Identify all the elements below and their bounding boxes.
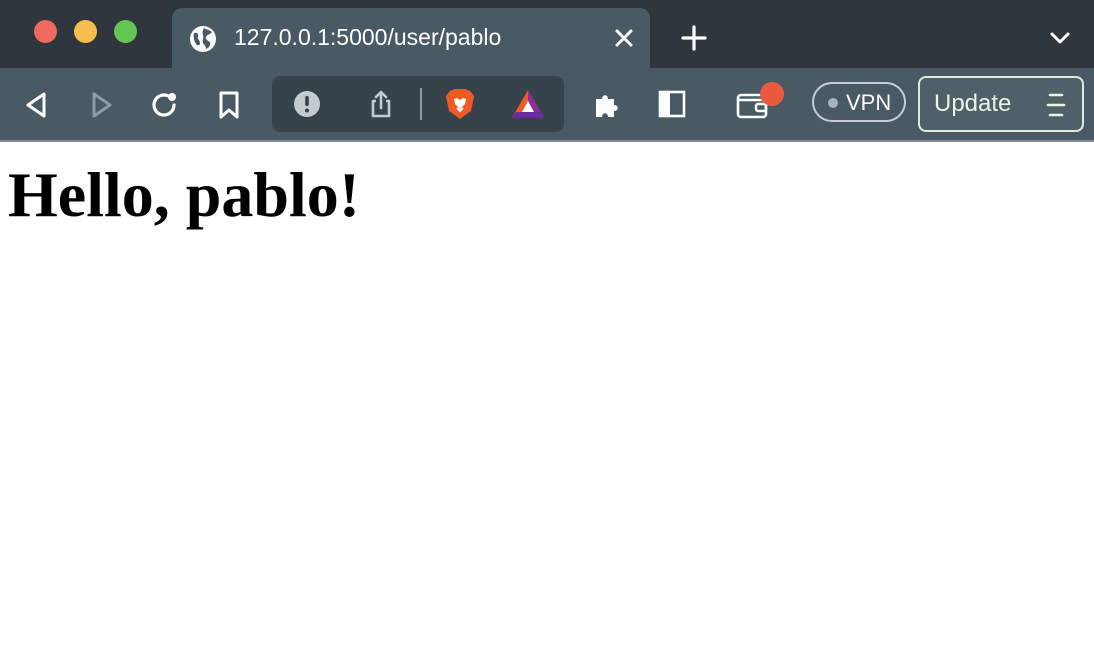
maximize-window-button[interactable] — [114, 20, 137, 43]
page-heading: Hello, pablo! — [8, 159, 361, 230]
address-bar-divider — [420, 88, 422, 120]
extensions-icon[interactable] — [592, 88, 624, 120]
address-bar[interactable] — [272, 76, 564, 132]
update-label: Update — [934, 90, 1012, 117]
active-tab[interactable]: 127.0.0.1:5000/user/pablo — [172, 8, 650, 68]
brave-shields-icon[interactable] — [444, 87, 476, 121]
bookmark-icon[interactable] — [214, 90, 244, 120]
sidebar-icon[interactable] — [658, 90, 686, 118]
wallet-notification-badge — [760, 82, 784, 106]
new-tab-icon[interactable] — [680, 24, 708, 52]
brave-rewards-icon[interactable] — [510, 88, 546, 120]
vpn-status-dot — [828, 98, 838, 108]
minimize-window-button[interactable] — [74, 20, 97, 43]
forward-icon[interactable] — [86, 90, 116, 120]
back-icon[interactable] — [22, 90, 52, 120]
browser-toolbar: VPN Update — [0, 68, 1094, 142]
chevron-down-icon[interactable] — [1048, 28, 1072, 48]
menu-icon — [1046, 93, 1066, 117]
vpn-button[interactable]: VPN — [812, 82, 906, 122]
reload-icon[interactable] — [150, 90, 180, 120]
browser-titlebar: 127.0.0.1:5000/user/pablo — [0, 0, 1094, 68]
update-button[interactable]: Update — [918, 76, 1084, 132]
site-info-icon[interactable] — [292, 89, 322, 119]
close-tab-icon[interactable] — [612, 26, 636, 50]
tab-title: 127.0.0.1:5000/user/pablo — [234, 24, 502, 50]
share-icon[interactable] — [366, 89, 396, 119]
close-window-button[interactable] — [34, 20, 57, 43]
vpn-label: VPN — [846, 90, 892, 115]
globe-icon — [190, 26, 216, 52]
